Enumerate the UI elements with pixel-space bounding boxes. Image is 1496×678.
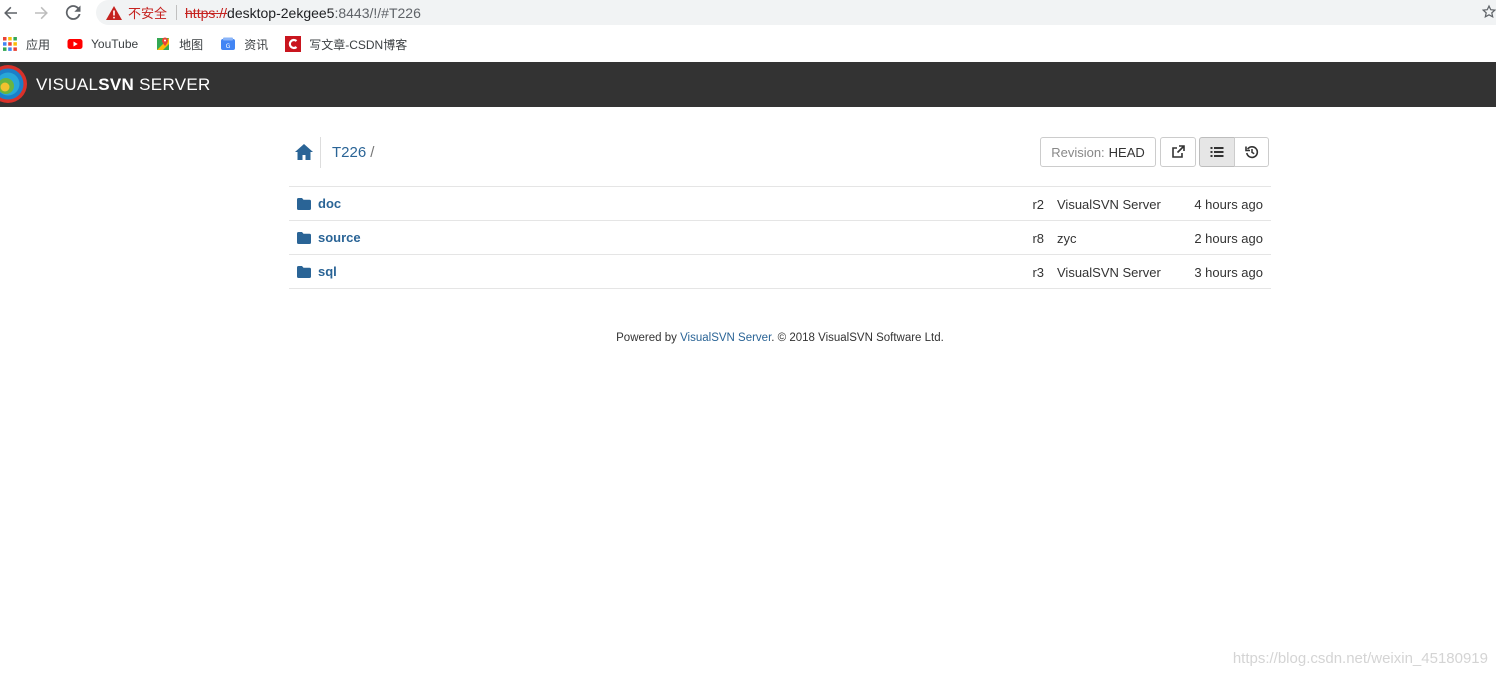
history-icon xyxy=(1244,146,1258,159)
list-item[interactable]: sql r3 VisualSVN Server 3 hours ago xyxy=(289,255,1271,289)
breadcrumb-repo[interactable]: T226 xyxy=(332,144,366,161)
bookmark-label: 地图 xyxy=(179,37,204,52)
bookmark-csdn[interactable]: 写文章-CSDN博客 xyxy=(285,36,407,53)
breadcrumb: T226/ xyxy=(332,144,374,161)
bookmark-label: YouTube xyxy=(91,37,139,51)
url-path: :8443/!/#T226 xyxy=(334,4,421,21)
bookmark-label: 写文章-CSDN博客 xyxy=(309,37,408,52)
repository-browser: T226/ Revision: HEAD doc r2 VisualSVN Se… xyxy=(289,137,1271,289)
list-icon xyxy=(1210,147,1224,157)
forward-button[interactable] xyxy=(30,2,52,24)
external-link-icon xyxy=(1172,145,1185,158)
entry-name[interactable]: sql xyxy=(318,264,337,279)
browser-address-row: 不安全 https://desktop-2ekgee5:8443/!/#T226 xyxy=(0,0,1496,26)
app-header: VISUALSVN SERVER xyxy=(0,62,1496,107)
arrow-left-icon xyxy=(4,6,17,20)
brand-visual: VISUAL xyxy=(36,75,99,94)
browser-toolbar: T226/ Revision: HEAD xyxy=(289,137,1271,187)
list-item[interactable]: source r8 zyc 2 hours ago xyxy=(289,221,1271,255)
entry-revision[interactable]: r3 xyxy=(1032,265,1044,280)
brand-svn: SVN xyxy=(98,75,135,94)
visualsvn-logo-icon[interactable] xyxy=(0,64,28,104)
entry-author: VisualSVN Server xyxy=(1057,265,1161,280)
youtube-icon xyxy=(67,39,83,49)
insecure-label[interactable]: 不安全 xyxy=(128,3,167,22)
bookmark-label: 应用 xyxy=(26,37,51,52)
entry-author: VisualSVN Server xyxy=(1057,197,1161,212)
arrow-right-icon xyxy=(35,6,48,20)
brand-server: SERVER xyxy=(134,75,211,94)
entry-time: 4 hours ago xyxy=(1194,197,1263,212)
bookmark-apps[interactable]: 应用 xyxy=(2,36,50,53)
svg-text:G: G xyxy=(226,43,231,50)
list-view-button[interactable] xyxy=(1199,137,1235,167)
entry-author: zyc xyxy=(1057,231,1077,246)
url-host: desktop-2ekgee5 xyxy=(227,4,335,21)
folder-icon xyxy=(297,266,311,278)
entry-revision[interactable]: r2 xyxy=(1032,197,1044,212)
footer-visualsvn-link[interactable]: VisualSVN Server xyxy=(680,332,771,344)
open-external-button[interactable] xyxy=(1160,137,1196,167)
entry-list: doc r2 VisualSVN Server 4 hours ago sour… xyxy=(289,187,1271,289)
address-bar[interactable]: 不安全 https://desktop-2ekgee5:8443/!/#T226 xyxy=(96,0,1496,25)
page-footer: Powered by VisualSVN Server. © 2018 Visu… xyxy=(0,332,1496,344)
reload-button[interactable] xyxy=(62,2,84,24)
maps-icon xyxy=(157,37,170,50)
entry-time: 2 hours ago xyxy=(1194,231,1263,246)
bookmark-star-icon[interactable] xyxy=(1482,4,1496,20)
folder-icon xyxy=(297,198,311,210)
footer-copyright: . © 2018 VisualSVN Software Ltd. xyxy=(771,332,944,344)
bookmark-youtube[interactable]: YouTube xyxy=(67,36,138,52)
apps-grid-icon xyxy=(3,37,17,51)
list-item[interactable]: doc r2 VisualSVN Server 4 hours ago xyxy=(289,187,1271,221)
news-icon: G xyxy=(221,37,236,50)
back-button[interactable] xyxy=(0,2,22,24)
bookmarks-bar: 应用 YouTube 地图 G 资讯 写文章-CSDN博客 xyxy=(0,31,424,57)
bookmark-maps[interactable]: 地图 xyxy=(155,36,203,53)
revision-label: Revision: xyxy=(1051,144,1105,160)
history-button[interactable] xyxy=(1234,137,1269,167)
bookmark-news[interactable]: G 资讯 xyxy=(220,36,268,53)
reload-icon xyxy=(65,5,81,20)
entry-name[interactable]: doc xyxy=(318,196,341,211)
entry-name[interactable]: source xyxy=(318,230,361,245)
address-divider xyxy=(176,5,178,20)
revision-button[interactable]: Revision: HEAD xyxy=(1040,137,1156,167)
app-brand[interactable]: VISUALSVN SERVER xyxy=(36,75,211,95)
home-icon[interactable] xyxy=(294,143,314,161)
entry-time: 3 hours ago xyxy=(1194,265,1263,280)
revision-value: HEAD xyxy=(1108,144,1145,160)
bookmark-label: 资讯 xyxy=(244,37,269,52)
watermark: https://blog.csdn.net/weixin_45180919 xyxy=(1232,650,1488,667)
entry-revision[interactable]: r8 xyxy=(1032,231,1044,246)
folder-icon xyxy=(297,232,311,244)
url-scheme: https:// xyxy=(185,4,228,21)
footer-prefix: Powered by xyxy=(616,332,681,344)
breadcrumb-divider xyxy=(320,137,321,168)
csdn-icon xyxy=(285,36,302,52)
warning-icon xyxy=(106,5,122,20)
breadcrumb-slash: / xyxy=(370,144,375,161)
